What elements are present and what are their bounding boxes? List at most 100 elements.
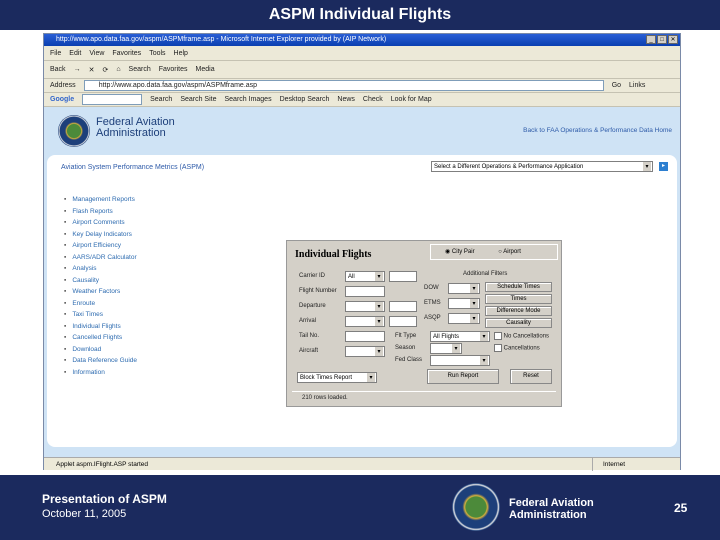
nav-item[interactable]: Airport Efficiency (64, 240, 137, 252)
arrival-select[interactable] (345, 316, 385, 327)
zone-indicator: Internet (592, 458, 625, 471)
aircraft-select[interactable] (345, 346, 385, 357)
menu-favorites[interactable]: Favorites (112, 50, 141, 57)
times-button[interactable]: Times (485, 294, 552, 304)
carrier-input[interactable] (389, 271, 417, 282)
media-button[interactable]: Media (196, 66, 215, 73)
fed-class-label: Fed Class (395, 357, 423, 363)
menu-edit[interactable]: Edit (69, 50, 81, 57)
dow-select[interactable] (448, 283, 480, 294)
google-news[interactable]: News (337, 96, 355, 103)
nav-item[interactable]: Information (64, 367, 137, 379)
google-search-input[interactable] (82, 94, 143, 105)
arrival-label: Arrival (299, 318, 317, 324)
slide-footer: Presentation of ASPM October 11, 2005 Fe… (0, 475, 720, 540)
etms-label: ETMS (424, 300, 441, 306)
search-button[interactable]: Search (129, 66, 151, 73)
report-type-select[interactable]: Block Times Report (297, 372, 377, 383)
nav-item[interactable]: Cancelled Flights (64, 332, 137, 344)
page-number: 25 (674, 501, 688, 515)
nav-item[interactable]: Weather Factors (64, 286, 137, 298)
nav-item[interactable]: Airport Comments (64, 217, 137, 229)
slide-title: ASPM Individual Flights (0, 0, 720, 30)
window-title: http://www.apo.data.faa.gov/aspm/ASPMfra… (44, 34, 680, 46)
tail-input[interactable] (345, 331, 385, 342)
menu-view[interactable]: View (89, 50, 104, 57)
carrier-select[interactable]: All (345, 271, 385, 282)
go-arrow-icon[interactable]: ▸ (659, 162, 668, 171)
minimize-button[interactable]: _ (646, 35, 656, 44)
radio-city-pair[interactable]: ◉ City Pair (445, 249, 475, 255)
schedule-times-button[interactable]: Schedule Times (485, 282, 552, 292)
tail-label: Tail No. (299, 333, 320, 339)
flight-number-input[interactable] (345, 286, 385, 297)
departure-input[interactable] (389, 301, 417, 312)
web-page: Federal Aviation Administration Back to F… (44, 107, 680, 457)
google-search-images[interactable]: Search Images (225, 96, 272, 103)
nav-item[interactable]: AARS/ADR Calculator (64, 252, 137, 264)
status-text: Applet aspm.IFlight.ASP started (56, 461, 149, 468)
asqp-select[interactable] (448, 313, 480, 324)
departure-select[interactable] (345, 301, 385, 312)
season-select[interactable] (430, 343, 462, 354)
arrival-input[interactable] (389, 316, 417, 327)
google-search-site[interactable]: Search Site (180, 96, 216, 103)
nav-item[interactable]: Management Reports (64, 194, 137, 206)
nav-item[interactable]: Key Delay Indicators (64, 229, 137, 241)
maximize-button[interactable]: □ (657, 35, 667, 44)
menu-tools[interactable]: Tools (149, 50, 165, 57)
google-check[interactable]: Check (363, 96, 383, 103)
side-nav: Management ReportsFlash ReportsAirport C… (64, 194, 137, 378)
form-title: Individual Flights (295, 249, 372, 260)
nav-item[interactable]: Flash Reports (64, 206, 137, 218)
menu-file[interactable]: File (50, 50, 61, 57)
go-button[interactable]: Go (612, 82, 621, 89)
presentation-title: Presentation of ASPM (42, 492, 167, 506)
stop-button[interactable]: ✕ (89, 66, 95, 74)
dow-label: DOW (424, 285, 439, 291)
fed-class-select[interactable] (430, 355, 490, 366)
causality-button[interactable]: Causality (485, 318, 552, 328)
links-button[interactable]: Links (629, 82, 645, 89)
cancellations-checkbox[interactable]: Cancellations (494, 344, 540, 352)
etms-select[interactable] (448, 298, 480, 309)
favorites-button[interactable]: Favorites (159, 66, 188, 73)
address-input[interactable]: http://www.apo.data.faa.gov/aspm/ASPMfra… (83, 80, 604, 91)
nav-item[interactable]: Data Reference Guide (64, 355, 137, 367)
google-search[interactable]: Search (150, 96, 172, 103)
nav-item[interactable]: Causality (64, 275, 137, 287)
content-panel: Aviation System Performance Metrics (ASP… (47, 155, 677, 447)
nav-item[interactable]: Enroute (64, 298, 137, 310)
difference-mode-button[interactable]: Difference Mode (485, 306, 552, 316)
radio-airport[interactable]: ○ Airport (498, 249, 521, 255)
carrier-label: Carrier ID (299, 273, 326, 279)
menu-help[interactable]: Help (174, 50, 188, 57)
close-button[interactable]: ✕ (668, 35, 678, 44)
departure-label: Departure (299, 303, 326, 309)
forward-button[interactable]: → (74, 66, 81, 73)
application-select[interactable]: Select a Different Operations & Performa… (431, 161, 653, 172)
back-button[interactable]: Back (50, 66, 66, 73)
run-report-button[interactable]: Run Report (427, 369, 499, 384)
nav-item[interactable]: Individual Flights (64, 321, 137, 333)
google-map[interactable]: Look for Map (391, 96, 432, 103)
google-logo: Google (50, 96, 75, 103)
menu-bar: File Edit View Favorites Tools Help (44, 46, 680, 61)
flight-number-label: Flight Number (299, 288, 337, 294)
nav-item[interactable]: Analysis (64, 263, 137, 275)
status-bar: Applet aspm.IFlight.ASP started Internet (44, 457, 680, 471)
no-cancellations-checkbox[interactable]: No Cancellations (494, 332, 549, 340)
back-home-link[interactable]: Back to FAA Operations & Performance Dat… (523, 127, 672, 134)
presentation-date: October 11, 2005 (42, 508, 127, 520)
refresh-button[interactable]: ⟳ (102, 66, 108, 74)
window-controls: _ □ ✕ (646, 35, 678, 44)
nav-item[interactable]: Download (64, 344, 137, 356)
faa-seal-icon (58, 115, 90, 147)
reset-button[interactable]: Reset (510, 369, 552, 384)
nav-item[interactable]: Taxi Times (64, 309, 137, 321)
google-desktop-search[interactable]: Desktop Search (280, 96, 330, 103)
home-button[interactable]: ⌂ (116, 66, 120, 73)
flt-type-select[interactable]: All Flights (430, 331, 490, 342)
mode-radio-group: ◉ City Pair ○ Airport (430, 244, 558, 260)
flt-type-label: Flt Type (395, 333, 417, 339)
